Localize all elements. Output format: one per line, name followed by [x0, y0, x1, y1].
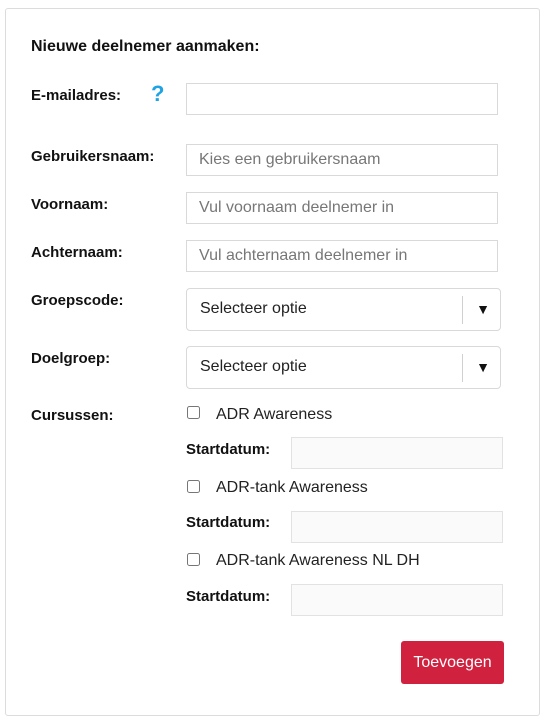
- course-checkbox-adr-tank-awareness[interactable]: [187, 480, 200, 493]
- select-divider: [462, 354, 463, 382]
- targetgroup-select[interactable]: Selecteer optie ▼: [186, 346, 501, 389]
- chevron-down-icon[interactable]: ▼: [476, 301, 490, 317]
- course-checkbox-adr-tank-awareness-nl-dh[interactable]: [187, 553, 200, 566]
- select-divider: [462, 296, 463, 324]
- course-label: ADR-tank Awareness: [216, 479, 368, 496]
- email-label: E-mailadres:: [31, 87, 122, 104]
- groupcode-select[interactable]: Selecteer optie ▼: [186, 288, 501, 331]
- startdate-field[interactable]: [291, 437, 503, 469]
- groupcode-label: Groepscode:: [31, 292, 124, 309]
- groupcode-selected-value: Selecteer optie: [200, 300, 307, 317]
- firstname-label: Voornaam:: [31, 196, 109, 213]
- startdate-field[interactable]: [291, 584, 503, 616]
- username-label: Gebruikersnaam:: [31, 148, 155, 165]
- chevron-down-icon[interactable]: ▼: [476, 359, 490, 375]
- startdate-label: Startdatum:: [186, 588, 271, 605]
- firstname-field[interactable]: [186, 192, 498, 224]
- lastname-label: Achternaam:: [31, 244, 123, 261]
- courses-label: Cursussen:: [31, 407, 114, 424]
- username-field[interactable]: [186, 144, 498, 176]
- course-label: ADR-tank Awareness NL DH: [216, 552, 420, 569]
- question-mark-icon[interactable]: ?: [151, 83, 164, 105]
- startdate-label: Startdatum:: [186, 441, 271, 458]
- course-checkbox-adr-awareness[interactable]: [187, 406, 200, 419]
- form-title: Nieuwe deelnemer aanmaken:: [31, 38, 260, 55]
- startdate-label: Startdatum:: [186, 514, 271, 531]
- startdate-field[interactable]: [291, 511, 503, 543]
- course-label: ADR Awareness: [216, 406, 333, 423]
- email-field[interactable]: [186, 83, 498, 115]
- add-participant-button[interactable]: Toevoegen: [401, 641, 504, 684]
- lastname-field[interactable]: [186, 240, 498, 272]
- targetgroup-label: Doelgroep:: [31, 350, 111, 367]
- targetgroup-selected-value: Selecteer optie: [200, 358, 307, 375]
